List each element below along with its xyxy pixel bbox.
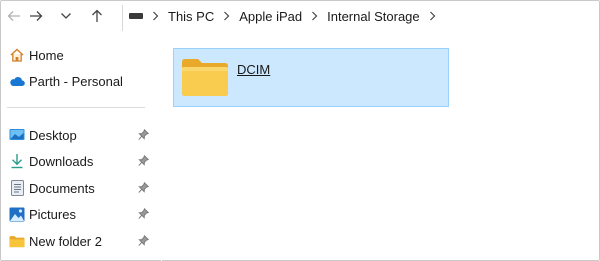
back-button[interactable] xyxy=(2,5,26,27)
breadcrumb[interactable]: This PC Apple iPad Internal Storage xyxy=(129,5,445,27)
sidebar-item-onedrive-personal[interactable]: Parth - Personal xyxy=(9,70,155,92)
folder-icon xyxy=(9,233,25,249)
desktop-icon xyxy=(9,127,25,143)
up-arrow-icon xyxy=(91,9,103,23)
download-arrow-icon xyxy=(9,153,25,169)
sidebar-item-label: Home xyxy=(29,47,64,63)
sidebar-item-desktop[interactable]: Desktop xyxy=(9,124,155,146)
sidebar-item-home[interactable]: Home xyxy=(9,44,155,66)
onedrive-cloud-icon xyxy=(9,73,25,89)
pin-icon[interactable] xyxy=(137,234,149,248)
pin-icon[interactable] xyxy=(137,128,149,142)
navbar-separator xyxy=(122,5,123,31)
sidebar-item-label: New folder 2 xyxy=(29,233,102,249)
forward-arrow-icon xyxy=(29,10,43,22)
up-button[interactable] xyxy=(85,5,109,27)
sidebar-item-new-folder-2[interactable]: New folder 2 xyxy=(9,230,155,252)
sidebar-item-pictures[interactable]: Pictures xyxy=(9,203,155,225)
sidebar-divider xyxy=(7,107,145,108)
navigation-pane: Home Parth - Personal Desktop Downloads … xyxy=(1,37,161,261)
sidebar-item-label: Desktop xyxy=(29,127,77,143)
folder-icon xyxy=(181,57,229,102)
folder-name[interactable]: DCIM xyxy=(237,62,270,77)
sidebar-item-downloads[interactable]: Downloads xyxy=(9,150,155,172)
breadcrumb-apple-ipad[interactable]: Apple iPad xyxy=(239,9,302,24)
drive-icon xyxy=(129,13,143,19)
chevron-right-icon[interactable] xyxy=(223,11,230,21)
sidebar-item-label: Parth - Personal xyxy=(29,73,123,89)
breadcrumb-this-pc[interactable]: This PC xyxy=(168,9,214,24)
pictures-icon xyxy=(9,206,25,222)
sidebar-item-documents[interactable]: Documents xyxy=(9,177,155,199)
recent-locations-button[interactable] xyxy=(54,5,78,27)
recent-locations-chevron-icon xyxy=(60,12,72,20)
chevron-right-icon[interactable] xyxy=(311,11,318,21)
home-icon xyxy=(9,47,25,63)
chevron-right-icon[interactable] xyxy=(429,11,436,21)
documents-icon xyxy=(9,180,25,196)
pin-icon[interactable] xyxy=(137,181,149,195)
sidebar-item-label: Documents xyxy=(29,180,95,196)
file-list[interactable]: DCIM xyxy=(162,37,600,261)
back-arrow-icon xyxy=(7,10,21,22)
folder-item-dcim[interactable]: DCIM xyxy=(173,48,449,107)
pin-icon[interactable] xyxy=(137,207,149,221)
sidebar-item-label: Downloads xyxy=(29,153,94,169)
breadcrumb-internal-storage[interactable]: Internal Storage xyxy=(327,9,420,24)
forward-button[interactable] xyxy=(24,5,48,27)
pin-icon[interactable] xyxy=(137,154,149,168)
chevron-right-icon[interactable] xyxy=(152,11,159,21)
navigation-bar: This PC Apple iPad Internal Storage xyxy=(1,1,600,33)
explorer-window: This PC Apple iPad Internal Storage Home… xyxy=(0,0,600,261)
sidebar-item-label: Pictures xyxy=(29,206,76,222)
